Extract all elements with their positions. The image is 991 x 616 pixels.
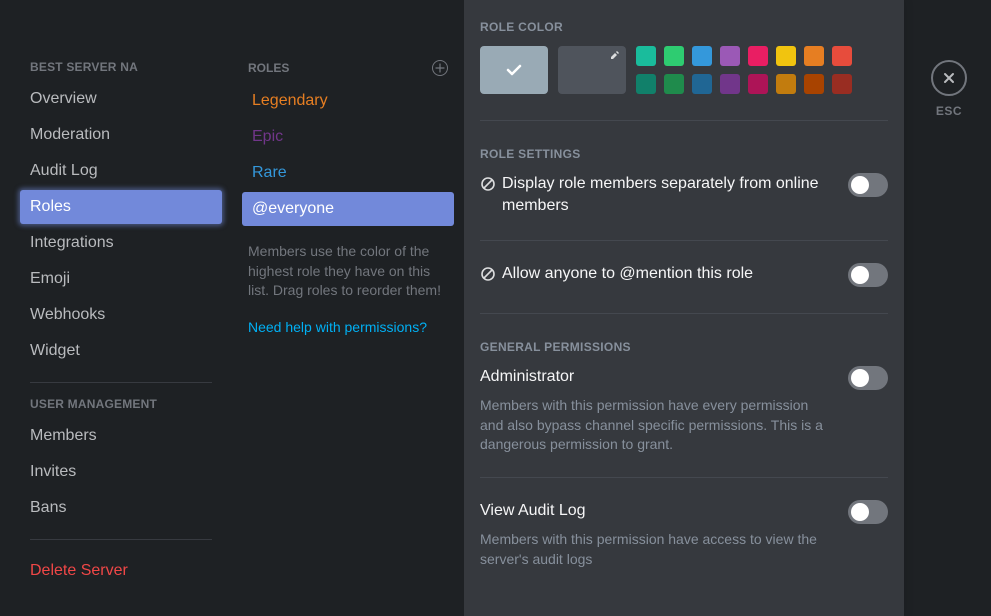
- color-swatch[interactable]: [720, 46, 740, 66]
- prohibit-icon: [480, 176, 496, 192]
- color-swatch[interactable]: [636, 74, 656, 94]
- sidebar-item-widget[interactable]: Widget: [20, 334, 222, 368]
- esc-label: ESC: [936, 104, 962, 118]
- role-item-epic[interactable]: Epic: [242, 120, 454, 154]
- setting-allow-mention-label: Allow anyone to @mention this role: [502, 263, 753, 285]
- role-color-palette: [636, 46, 852, 94]
- color-swatch[interactable]: [804, 74, 824, 94]
- sidebar-item-overview[interactable]: Overview: [20, 82, 222, 116]
- color-swatch[interactable]: [636, 46, 656, 66]
- role-item-legendary[interactable]: Legendary: [242, 84, 454, 118]
- toggle-allow-mention[interactable]: [848, 263, 888, 287]
- permission-view-audit-log-desc: Members with this permission have access…: [480, 530, 832, 569]
- permission-administrator-desc: Members with this permission have every …: [480, 396, 832, 455]
- sidebar-item-webhooks[interactable]: Webhooks: [20, 298, 222, 332]
- roles-tip-text: Members use the color of the highest rol…: [248, 242, 448, 301]
- color-swatch[interactable]: [832, 46, 852, 66]
- roles-header-label: Roles: [248, 61, 289, 75]
- sidebar-item-emoji[interactable]: Emoji: [20, 262, 222, 296]
- sidebar-divider: [30, 382, 212, 383]
- close-icon: [941, 70, 957, 86]
- color-swatch[interactable]: [692, 74, 712, 94]
- color-swatch[interactable]: [692, 46, 712, 66]
- sidebar-item-integrations[interactable]: Integrations: [20, 226, 222, 260]
- color-swatch[interactable]: [832, 74, 852, 94]
- eyedropper-icon: [610, 50, 620, 63]
- color-swatch[interactable]: [804, 46, 824, 66]
- role-edit-pane: Role Color Role Settings D: [464, 0, 904, 616]
- add-role-button[interactable]: [432, 60, 448, 76]
- setting-display-separately: Display role members separately from onl…: [480, 173, 888, 218]
- settings-sidebar: Best Server NA OverviewModerationAudit L…: [0, 0, 232, 616]
- divider: [480, 313, 888, 314]
- default-role-color-swatch[interactable]: [480, 46, 548, 94]
- sidebar-item-audit-log[interactable]: Audit Log: [20, 154, 222, 188]
- permission-administrator-title: Administrator: [480, 366, 832, 388]
- role-color-row: [480, 46, 888, 94]
- setting-display-separately-label: Display role members separately from onl…: [502, 173, 832, 218]
- color-swatch[interactable]: [664, 46, 684, 66]
- divider: [480, 240, 888, 241]
- sidebar-item-invites[interactable]: Invites: [20, 455, 222, 489]
- setting-allow-mention: Allow anyone to @mention this role: [480, 263, 888, 287]
- sidebar-section-server-header: Best Server NA: [30, 60, 212, 74]
- role-color-header: Role Color: [480, 20, 888, 34]
- sidebar-item-bans[interactable]: Bans: [20, 491, 222, 525]
- general-permissions-header: General Permissions: [480, 340, 888, 354]
- prohibit-icon: [480, 266, 496, 282]
- role-settings-header: Role Settings: [480, 147, 888, 161]
- divider: [480, 477, 888, 478]
- color-swatch[interactable]: [664, 74, 684, 94]
- close-button[interactable]: [931, 60, 967, 96]
- role-item-rare[interactable]: Rare: [242, 156, 454, 190]
- check-icon: [504, 60, 524, 80]
- delete-server-button[interactable]: Delete Server: [20, 554, 222, 588]
- roles-column: Roles LegendaryEpicRare@everyone Members…: [232, 0, 464, 616]
- role-item-everyone[interactable]: @everyone: [242, 192, 454, 226]
- close-area: ESC: [931, 60, 967, 118]
- toggle-administrator[interactable]: [848, 366, 888, 390]
- color-swatch[interactable]: [748, 46, 768, 66]
- sidebar-item-members[interactable]: Members: [20, 419, 222, 453]
- sidebar-divider: [30, 539, 212, 540]
- main-area: Role Color Role Settings D: [464, 0, 991, 616]
- color-swatch[interactable]: [720, 74, 740, 94]
- permission-view-audit-log-title: View Audit Log: [480, 500, 832, 522]
- toggle-view-audit-log[interactable]: [848, 500, 888, 524]
- color-swatch[interactable]: [776, 46, 796, 66]
- permission-administrator: Administrator Members with this permissi…: [480, 366, 888, 455]
- color-swatch[interactable]: [776, 74, 796, 94]
- color-swatch[interactable]: [748, 74, 768, 94]
- sidebar-item-moderation[interactable]: Moderation: [20, 118, 222, 152]
- sidebar-item-roles[interactable]: Roles: [20, 190, 222, 224]
- toggle-display-separately[interactable]: [848, 173, 888, 197]
- custom-role-color-swatch[interactable]: [558, 46, 626, 94]
- permissions-help-link[interactable]: Need help with permissions?: [248, 319, 448, 335]
- permission-view-audit-log: View Audit Log Members with this permiss…: [480, 500, 888, 570]
- divider: [480, 120, 888, 121]
- sidebar-section-usermgmt-header: User Management: [30, 397, 212, 411]
